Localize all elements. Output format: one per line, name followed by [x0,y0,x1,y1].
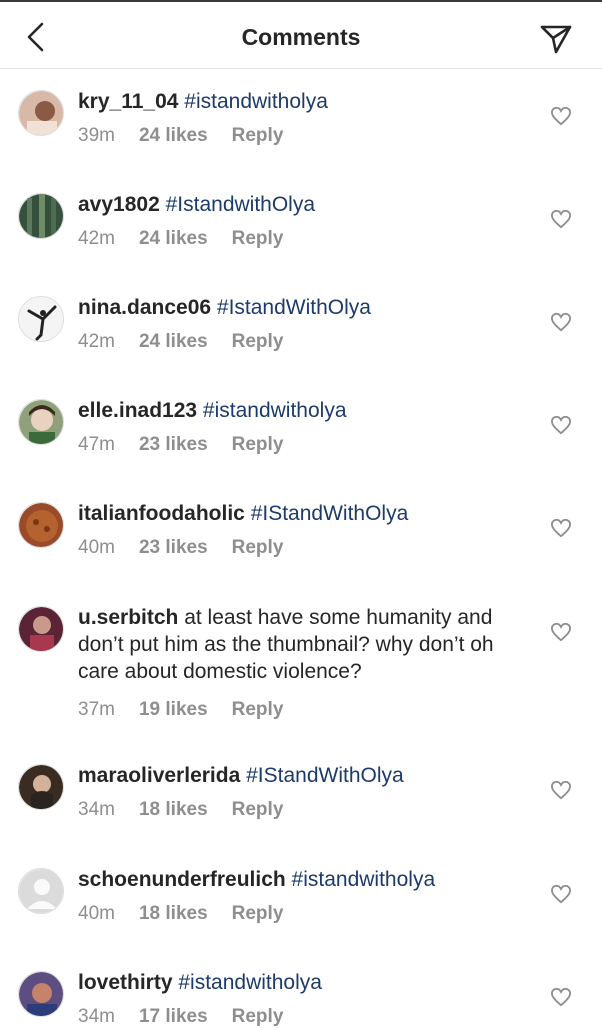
comment-time: 39m [78,125,115,146]
heart-icon[interactable] [550,415,572,435]
comment-likes[interactable]: 24 likes [139,331,208,353]
comment-meta: 34m 17 likes Reply [78,1006,538,1028]
comment-text: schoenunderfreulich #istandwitholya [78,866,538,893]
comment-meta: 34m 18 likes Reply [78,799,538,821]
avatar[interactable] [18,606,64,652]
avatar-image [19,607,63,651]
avatar-image [19,972,63,1016]
comment-body[interactable]: #istandwitholya [292,868,436,891]
reply-button[interactable]: Reply [232,331,284,353]
comment-username[interactable]: nina.dance06 [78,296,211,319]
header-bar: Comments [0,0,602,69]
comment-time: 47m [78,434,115,455]
comment-time: 40m [78,903,115,924]
comment-body[interactable]: #IstandWithOlya [217,296,371,319]
avatar[interactable] [18,502,64,548]
avatar-image [19,91,63,135]
comment-likes[interactable]: 17 likes [139,1006,208,1028]
comment-likes[interactable]: 19 likes [139,699,208,721]
comment-body[interactable]: #istandwitholya [184,90,328,113]
comment-likes[interactable]: 18 likes [139,799,208,821]
comment-body[interactable]: #IstandwithOlya [166,193,315,216]
comment-text: kry_11_04 #istandwitholya [78,88,538,115]
heart-icon[interactable] [550,312,572,332]
comment-body[interactable]: #istandwitholya [203,399,347,422]
heart-icon[interactable] [550,780,572,800]
comment-text: nina.dance06 #IstandWithOlya [78,294,538,321]
avatar[interactable] [18,399,64,445]
comment-time: 34m [78,1006,115,1027]
comment-time: 34m [78,799,115,820]
comment-username[interactable]: lovethirty [78,971,173,994]
heart-icon[interactable] [550,884,572,904]
heart-icon[interactable] [550,622,572,642]
reply-button[interactable]: Reply [232,537,284,559]
comment-username[interactable]: maraoliverlerida [78,764,240,787]
comment-likes[interactable]: 24 likes [139,228,208,250]
comment-body[interactable]: #IStandWithOlya [246,764,404,787]
comment-username[interactable]: schoenunderfreulich [78,868,286,891]
avatar-image [19,194,63,238]
avatar[interactable] [18,764,64,810]
avatar-image [19,503,63,547]
comment-text: maraoliverlerida #IStandWithOlya [78,762,538,789]
avatar[interactable] [18,296,64,342]
send-button[interactable] [538,22,574,56]
comment-time: 42m [78,228,115,249]
comment-text: italianfoodaholic #IStandWithOlya [78,500,538,527]
avatar[interactable] [18,868,64,914]
heart-icon[interactable] [550,987,572,1007]
comment-meta: 40m 23 likes Reply [78,537,538,559]
comment-likes[interactable]: 24 likes [139,125,208,147]
avatar[interactable] [18,193,64,239]
comment-likes[interactable]: 23 likes [139,434,208,456]
default-avatar-icon [19,869,63,913]
avatar[interactable] [18,90,64,136]
comment-username[interactable]: u.serbitch [78,606,178,629]
comment-body[interactable]: #IStandWithOlya [251,502,409,525]
heart-icon[interactable] [550,209,572,229]
reply-button[interactable]: Reply [232,434,284,456]
comment-likes[interactable]: 18 likes [139,903,208,925]
page-title: Comments [241,24,361,50]
reply-button[interactable]: Reply [232,228,284,250]
comment-meta: 37m 19 likes Reply [78,699,538,721]
comment-text: elle.inad123 #istandwitholya [78,397,538,424]
comment-username[interactable]: elle.inad123 [78,399,197,422]
comment-likes[interactable]: 23 likes [139,537,208,559]
reply-button[interactable]: Reply [232,799,284,821]
comment-meta: 47m 23 likes Reply [78,434,538,456]
comment-username[interactable]: italianfoodaholic [78,502,245,525]
heart-icon[interactable] [550,106,572,126]
reply-button[interactable]: Reply [232,903,284,925]
comment-body[interactable]: #istandwitholya [178,971,322,994]
avatar-image [19,400,63,444]
heart-icon[interactable] [550,518,572,538]
comment-text: lovethirty #istandwitholya [78,969,538,996]
avatar-image [19,297,63,341]
comment-time: 37m [78,699,115,720]
reply-button[interactable]: Reply [232,1006,284,1028]
reply-button[interactable]: Reply [232,699,284,721]
comment-username[interactable]: kry_11_04 [78,90,178,113]
avatar-image [19,765,63,809]
comment-text: avy1802 #IstandwithOlya [78,191,538,218]
avatar[interactable] [18,971,64,1017]
comment-username[interactable]: avy1802 [78,193,160,216]
send-paper-plane-icon [540,25,572,54]
reply-button[interactable]: Reply [232,125,284,147]
comment-meta: 39m 24 likes Reply [78,125,538,147]
comment-meta: 40m 18 likes Reply [78,903,538,925]
comment-text: u.serbitch at least have some humanity a… [78,604,538,685]
comment-meta: 42m 24 likes Reply [78,331,538,353]
comment-time: 42m [78,331,115,352]
comment-time: 40m [78,537,115,558]
comment-meta: 42m 24 likes Reply [78,228,538,250]
